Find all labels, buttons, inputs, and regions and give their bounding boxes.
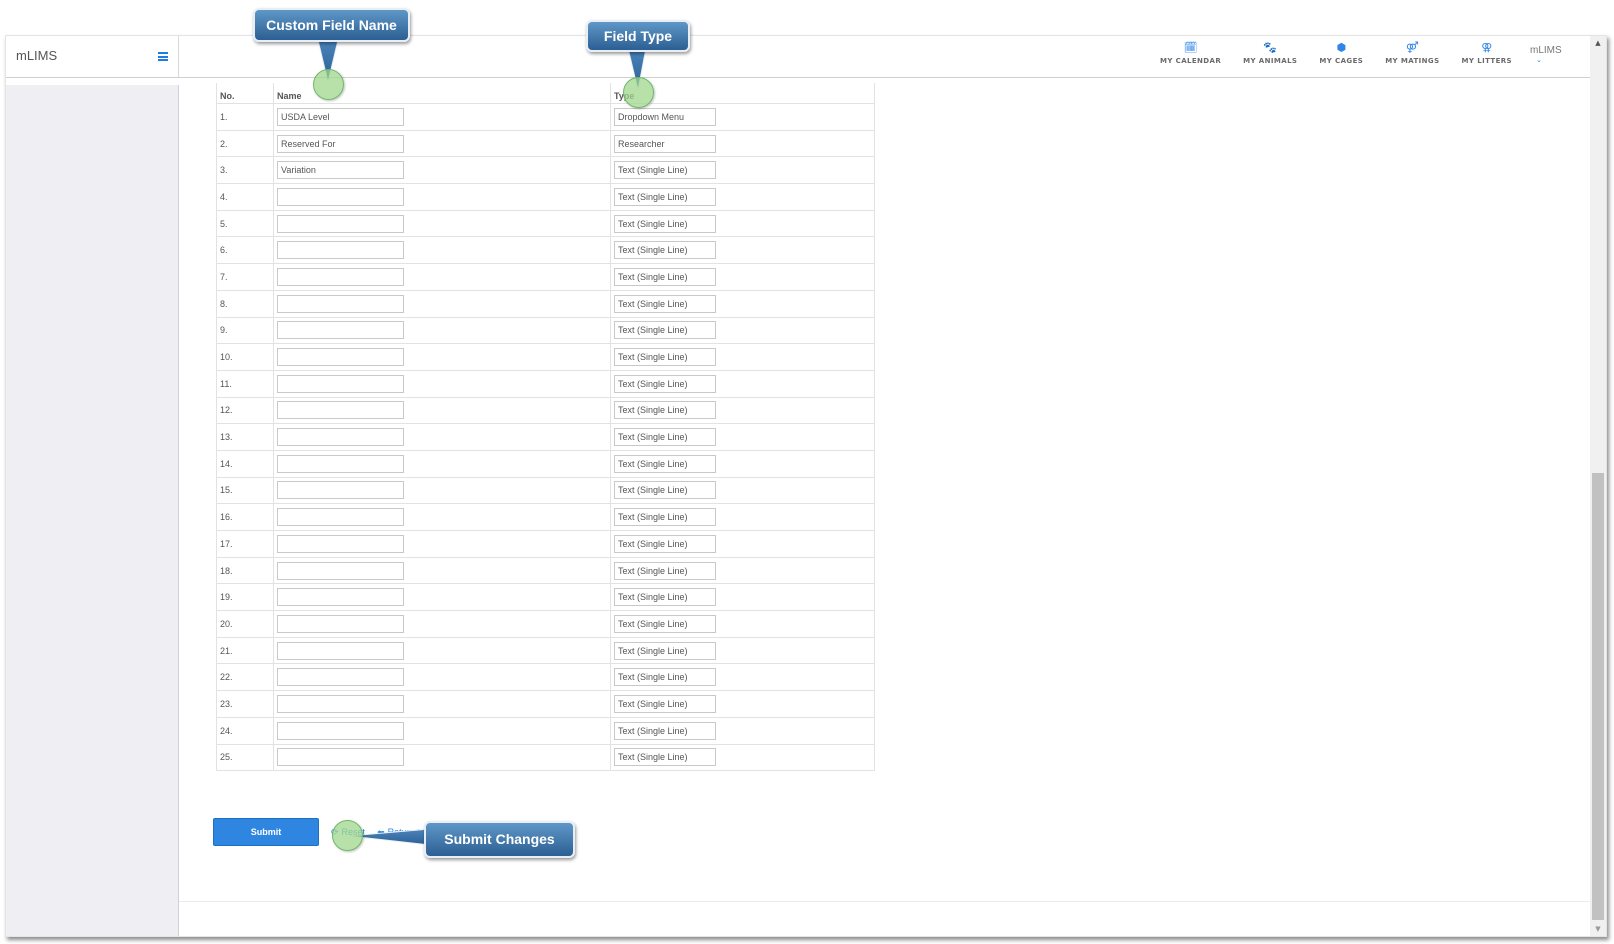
hotspot-name-column: [313, 69, 344, 100]
callout-custom-field-name: Custom Field Name: [253, 8, 410, 42]
callout-pointers: [317, 39, 647, 846]
callout-submit-changes: Submit Changes: [424, 821, 575, 858]
hotspot-submit-area: [332, 820, 363, 851]
callout-field-type: Field Type: [586, 20, 690, 52]
hotspot-type-column: [623, 77, 654, 108]
